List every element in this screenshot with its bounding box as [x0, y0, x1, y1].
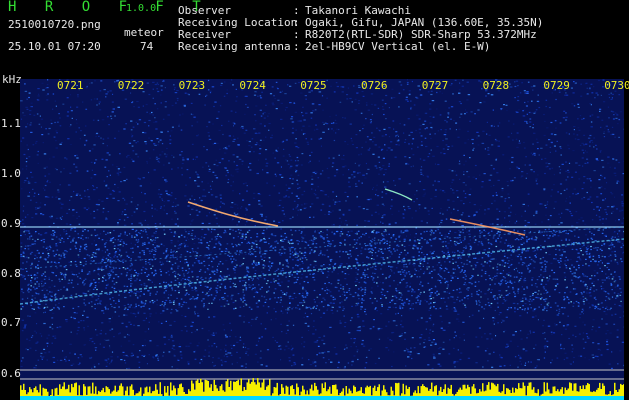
info-separator: :: [293, 40, 300, 53]
level-baseline: [20, 396, 624, 400]
info-label-antenna: Receiving antenna: [178, 40, 291, 53]
x-tick-label: 0728: [482, 79, 510, 92]
y-tick-label: 1.0: [1, 167, 21, 180]
meteor-echo: [384, 188, 413, 201]
app-version: 1.0.0: [126, 3, 157, 14]
x-tick-label: 0730: [604, 79, 629, 92]
x-tick-label: 0729: [543, 79, 570, 92]
meteor-label: meteor: [124, 26, 164, 39]
y-tick-label: 1.1: [1, 117, 21, 130]
file-name: 2510010720.png: [8, 18, 101, 31]
y-tick-label: 0.9: [1, 217, 21, 230]
meteor-echo: [187, 201, 279, 227]
y-tick-label: 0.6: [1, 367, 21, 380]
y-axis-unit: kHz: [2, 73, 22, 86]
meteor-count: 74: [140, 40, 154, 53]
x-tick-label: 0722: [117, 79, 145, 92]
x-tick-label: 0721: [57, 79, 84, 92]
spectrogram-plot: [20, 79, 624, 400]
x-tick-label: 0725: [300, 79, 327, 92]
date-time: 25.10.01 07:20: [8, 40, 101, 53]
y-tick-label: 0.7: [1, 316, 21, 329]
x-tick-label: 0727: [421, 79, 449, 92]
spectrogram-svg: [20, 79, 624, 400]
x-tick-label: 0726: [361, 79, 388, 92]
info-value-antenna: 2el-HB9CV Vertical (el. E-W): [305, 40, 491, 53]
y-tick-label: 0.8: [1, 267, 21, 280]
x-tick-label: 0723: [178, 79, 206, 92]
x-tick-label: 0724: [239, 79, 266, 92]
noise-layer: [20, 79, 624, 370]
